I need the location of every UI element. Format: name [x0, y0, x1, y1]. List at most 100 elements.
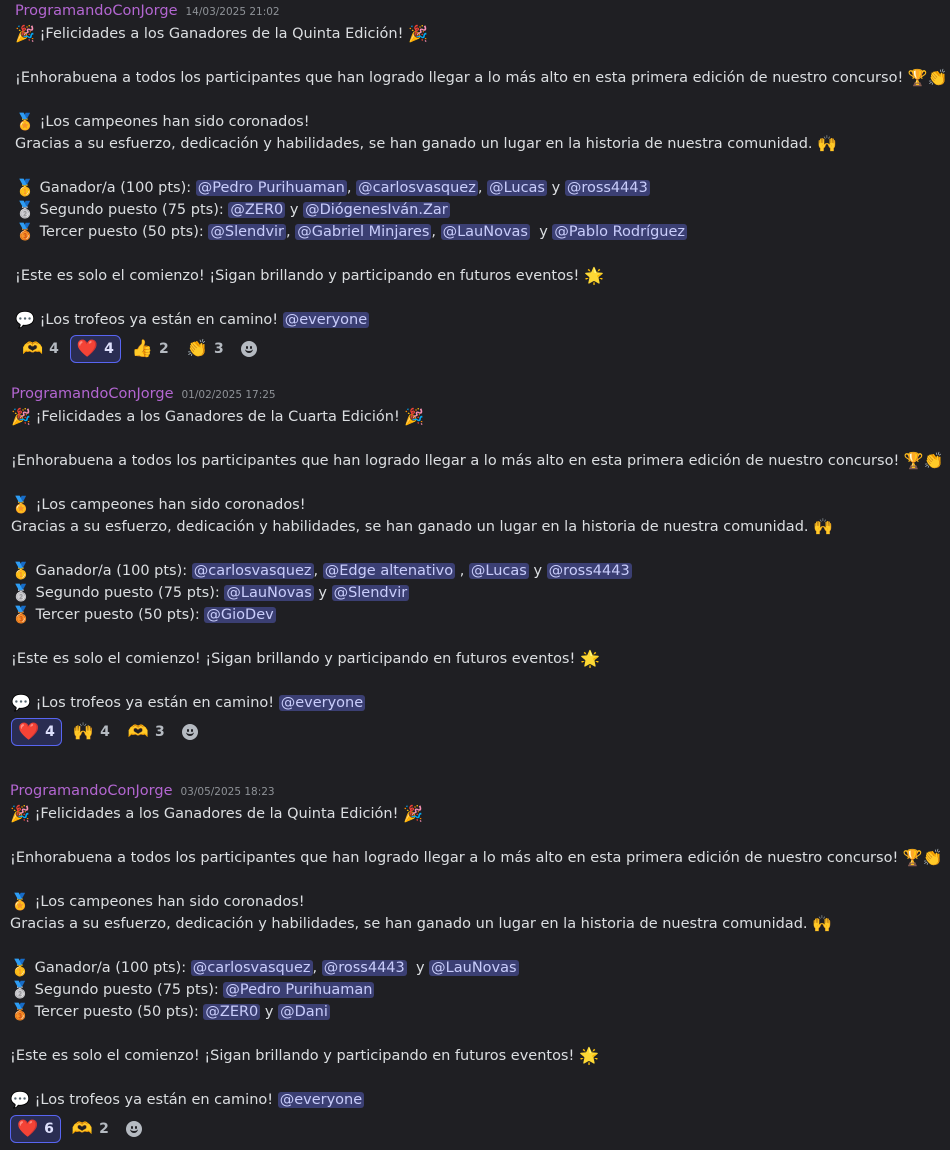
reaction-clapping-hands[interactable]: 👏 3 — [180, 335, 231, 363]
outro-text: ¡Este es solo el comienzo! ¡Sigan brilla… — [10, 1048, 575, 1064]
party-popper-icon: 🎉 — [403, 804, 423, 823]
message-header: ProgramandoConJorge 01/02/2025 17:25 — [11, 386, 941, 406]
add-reaction-button[interactable] — [176, 718, 204, 746]
party-popper-icon: 🎉 — [10, 804, 30, 823]
user-mention[interactable]: @Pedro Purihuaman — [223, 982, 375, 998]
user-mention[interactable]: @ross4443 — [564, 180, 650, 196]
champions-text: ¡Los campeones han sido coronados! — [35, 497, 306, 513]
user-mention[interactable]: @ross4443 — [321, 960, 407, 976]
champions-text: ¡Los campeones han sido coronados! — [39, 114, 310, 130]
thanks-text: Gracias a su esfuerzo, dedicación y habi… — [15, 136, 813, 152]
user-mention[interactable]: @DiógenesIván.Zar — [303, 202, 450, 218]
reaction-heart-hands[interactable]: 🫶 4 — [15, 335, 66, 363]
outro-line: ¡Este es solo el comienzo! ¡Sigan brilla… — [11, 648, 941, 670]
third-place-line: 🥉 Tercer puesto (50 pts): @Slendvir, @Ga… — [15, 222, 688, 241]
smiley-icon — [240, 341, 257, 357]
reaction-count: 2 — [159, 341, 169, 357]
trophies-text: ¡Los trofeos ya están en camino! — [35, 695, 275, 711]
outro-text: ¡Este es solo el comienzo! ¡Sigan brilla… — [11, 651, 576, 667]
user-mention[interactable]: @ross4443 — [546, 563, 632, 579]
reactions-bar: ❤️ 6 🫶 2 — [10, 1114, 940, 1144]
raising-hands-icon: 🙌 — [812, 914, 833, 933]
author-name[interactable]: ProgramandoConJorge — [11, 386, 174, 402]
reaction-count: 4 — [49, 341, 59, 357]
user-mention[interactable]: @Slendvir — [331, 585, 410, 601]
glowing-star-icon: 🌟 — [583, 266, 604, 285]
raising-hands-icon: 🙌 — [72, 722, 95, 742]
message-timestamp: 03/05/2025 18:23 — [180, 786, 275, 798]
thanks-text: Gracias a su esfuerzo, dedicación y habi… — [11, 519, 809, 535]
clapping-hands-icon: 👏 — [186, 339, 208, 359]
reaction-count: 2 — [99, 1121, 109, 1137]
user-mention[interactable]: @Dani — [278, 1004, 330, 1020]
intro-text: ¡Enhorabuena a todos los participantes q… — [11, 453, 900, 469]
author-name[interactable]: ProgramandoConJorge — [10, 783, 173, 799]
user-mention[interactable]: @LauNovas — [440, 224, 530, 240]
add-reaction-button[interactable] — [235, 335, 263, 363]
message-header: ProgramandoConJorge 14/03/2025 21:02 — [15, 3, 945, 23]
reaction-red-heart[interactable]: ❤️ 6 — [10, 1115, 61, 1143]
user-mention[interactable]: @ZER0 — [228, 202, 286, 218]
clapping-hands-icon: 👏 — [922, 848, 943, 867]
add-reaction-button[interactable] — [120, 1115, 148, 1143]
user-mention[interactable]: @Lucas — [468, 563, 529, 579]
intro-line: ¡Enhorabuena a todos los participantes q… — [10, 847, 943, 869]
everyone-mention[interactable]: @everyone — [282, 312, 370, 328]
reaction-count: 4 — [104, 341, 114, 357]
glowing-star-icon: 🌟 — [579, 649, 600, 668]
message: ProgramandoConJorge 01/02/2025 17:25 🎉 ¡… — [11, 386, 944, 747]
outro-line: ¡Este es solo el comienzo! ¡Sigan brilla… — [15, 265, 945, 287]
user-mention[interactable]: @LauNovas — [429, 960, 519, 976]
bronze-medal-icon: 🥉 — [10, 1002, 30, 1021]
reaction-red-heart[interactable]: ❤️ 4 — [11, 718, 62, 746]
user-mention[interactable]: @carlosvasquez — [190, 960, 313, 976]
clapping-hands-icon: 👏 — [927, 68, 948, 87]
gold-medal-icon: 🥇 — [10, 958, 30, 977]
gold-medal-icon: 🥇 — [11, 561, 31, 580]
everyone-mention[interactable]: @everyone — [277, 1092, 365, 1108]
user-mention[interactable]: @LauNovas — [224, 585, 314, 601]
user-mention[interactable]: @Lucas — [487, 180, 547, 196]
user-mention[interactable]: @carlosvasquez — [356, 180, 478, 196]
user-mention[interactable]: @Pedro Purihuaman — [195, 180, 347, 196]
user-mention[interactable]: @Gabriel Minjares — [295, 224, 432, 240]
reaction-heart-hands[interactable]: 🫶 3 — [121, 718, 172, 746]
reaction-red-heart[interactable]: ❤️ 4 — [69, 335, 121, 363]
reaction-thumbs-up[interactable]: 👍 2 — [125, 335, 176, 363]
intro-text: ¡Enhorabuena a todos los participantes q… — [15, 70, 904, 86]
party-popper-icon: 🎉 — [15, 24, 35, 43]
user-mention[interactable]: @GioDev — [204, 607, 276, 623]
first-place-label: Ganador/a (100 pts): — [39, 180, 192, 196]
reaction-raising-hands[interactable]: 🙌 4 — [66, 718, 117, 746]
user-mention[interactable]: @Edge altenativo — [322, 563, 456, 579]
message-title: ¡Felicidades a los Ganadores de la Quint… — [39, 26, 404, 42]
user-mention[interactable]: @ZER0 — [203, 1004, 261, 1020]
glowing-star-icon: 🌟 — [578, 1046, 599, 1065]
first-place-label: Ganador/a (100 pts): — [34, 960, 187, 976]
everyone-mention[interactable]: @everyone — [278, 695, 366, 711]
reactions-bar: 🫶 4 ❤️ 4 👍 2 👏 3 — [15, 334, 945, 364]
smiley-icon — [125, 1121, 142, 1137]
first-place-line: 🥇 Ganador/a (100 pts): @carlosvasquez, @… — [10, 958, 519, 977]
silver-medal-icon: 🥈 — [10, 980, 30, 999]
author-name[interactable]: ProgramandoConJorge — [15, 3, 178, 19]
message: ProgramandoConJorge 14/03/2025 21:02 🎉 ¡… — [15, 3, 948, 364]
party-popper-icon: 🎉 — [408, 24, 428, 43]
user-mention[interactable]: @Pablo Rodríguez — [552, 224, 688, 240]
raising-hands-icon: 🙌 — [817, 134, 838, 153]
champions-line: 🏅 ¡Los campeones han sido coronados! — [11, 494, 941, 516]
message-title: ¡Felicidades a los Ganadores de la Quint… — [34, 806, 399, 822]
trophies-line: 💬 ¡Los trofeos ya están en camino! @ever… — [11, 692, 941, 714]
user-mention[interactable]: @Slendvir — [208, 224, 287, 240]
user-mention[interactable]: @carlosvasquez — [191, 563, 314, 579]
reaction-heart-hands[interactable]: 🫶 2 — [65, 1115, 116, 1143]
second-place-label: Segundo puesto (75 pts): — [35, 585, 220, 601]
silver-medal-icon: 🥈 — [11, 583, 31, 602]
